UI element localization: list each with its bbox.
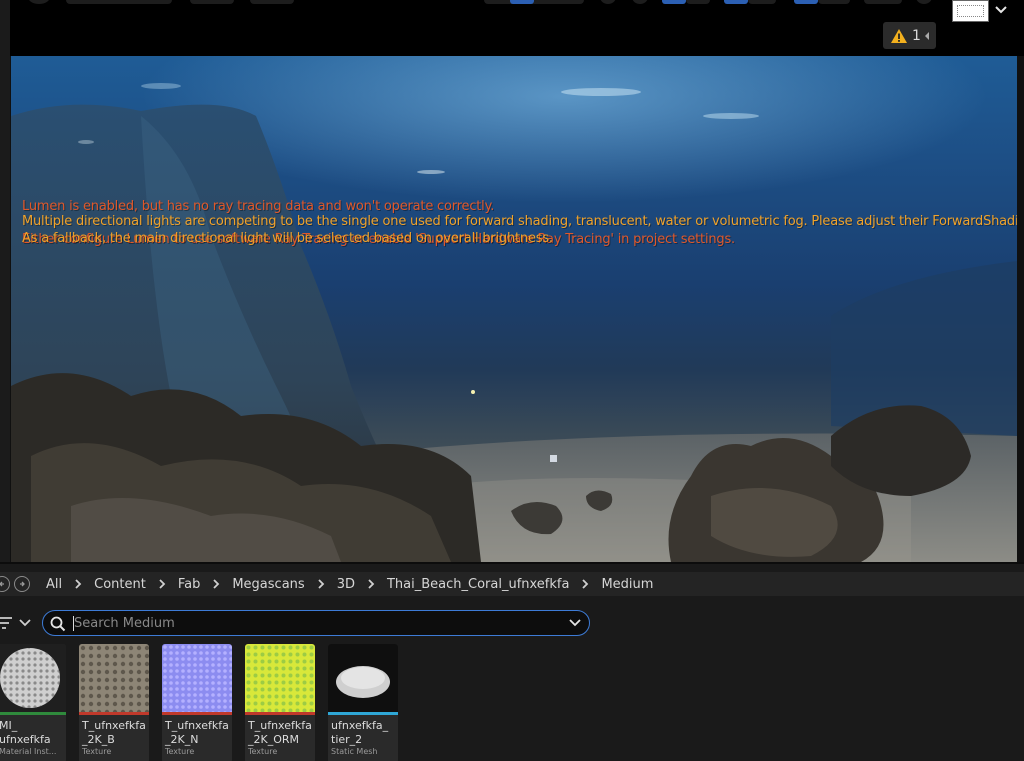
- chevron-left-icon: [924, 31, 929, 40]
- asset-type-color-strip: [0, 712, 66, 715]
- asset-tile[interactable]: T_ufnxefkfa _2K_ORM Texture: [245, 644, 315, 761]
- chevron-right-icon[interactable]: [315, 578, 327, 590]
- asset-name: T_ufnxefkfa _2K_ORM: [248, 719, 312, 746]
- chevron-down-icon[interactable]: [994, 4, 1008, 16]
- filter-icon[interactable]: [0, 615, 34, 631]
- chevron-right-icon[interactable]: [156, 578, 168, 590]
- asset-thumbnail: [328, 644, 398, 712]
- breadcrumb-item[interactable]: All: [42, 577, 66, 592]
- underwater-scene: [11, 83, 1017, 562]
- level-viewport[interactable]: Lumen is enabled, but has no ray tracing…: [11, 56, 1017, 562]
- left-panel-edge: [0, 0, 10, 570]
- camera-speed-button[interactable]: [864, 0, 902, 4]
- content-browser-panel: All Content Fab Megascans 3D Thai_Beach_Coral…: [0, 562, 1024, 761]
- toolbar-dropdown[interactable]: [66, 0, 172, 4]
- asset-tile[interactable]: ufnxefkfa_ tier_2 Static Mesh: [328, 644, 398, 761]
- forward-circle-icon[interactable]: [14, 576, 30, 592]
- viewport-toolbar: 1: [0, 0, 1024, 56]
- back-circle-icon[interactable]: [0, 576, 10, 592]
- asset-name: MI_ ufnxefkfa: [0, 719, 51, 746]
- rotate-snap-value[interactable]: [748, 0, 776, 4]
- breadcrumb-item[interactable]: Content: [90, 577, 150, 592]
- asset-tile[interactable]: T_ufnxefkfa _2K_N Texture: [162, 644, 232, 761]
- search-box[interactable]: [42, 610, 590, 636]
- breadcrumb-item[interactable]: Megascans: [228, 577, 308, 592]
- toolbar-toggle-active[interactable]: [510, 0, 534, 4]
- search-input[interactable]: [74, 614, 554, 632]
- editor-window: 1 Lumen is enabled, but has no ray traci…: [0, 0, 1024, 761]
- lumen-warning-message: Lumen is enabled, but has no ray tracing…: [22, 199, 495, 214]
- toolbar-button[interactable]: [28, 0, 50, 4]
- toolbar-button-group[interactable]: [484, 0, 584, 4]
- search-icon: [50, 616, 66, 632]
- warnings-badge[interactable]: 1: [883, 22, 936, 49]
- asset-name: T_ufnxefkfa _2K_B: [82, 719, 146, 746]
- asset-type-color-strip: [162, 712, 232, 715]
- breadcrumb-item[interactable]: Fab: [174, 577, 205, 592]
- toolbar-button[interactable]: [190, 0, 234, 4]
- toolbar-button[interactable]: [600, 0, 616, 4]
- asset-tile[interactable]: T_ufnxefkfa _2K_B Texture: [79, 644, 149, 761]
- asset-type-color-strip: [79, 712, 149, 715]
- chevron-right-icon[interactable]: [365, 578, 377, 590]
- asset-type-color-strip: [328, 712, 398, 715]
- breadcrumb-item[interactable]: Thai_Beach_Coral_ufnxefkfa: [383, 577, 573, 592]
- scale-snap-value[interactable]: [818, 0, 850, 4]
- snap-toggle[interactable]: [662, 0, 686, 4]
- fallback-light-message: As a fallback, the main directional ligh…: [22, 231, 553, 246]
- toolbar-button[interactable]: [916, 0, 932, 4]
- asset-tile[interactable]: MI_ ufnxefkfa Material Inst...: [0, 644, 66, 761]
- chevron-right-icon[interactable]: [210, 578, 222, 590]
- asset-name: T_ufnxefkfa _2K_N: [165, 719, 229, 746]
- search-row: [0, 610, 1024, 636]
- asset-thumbnail: [245, 644, 315, 712]
- asset-type: Static Mesh: [331, 747, 378, 756]
- scale-snap-toggle[interactable]: [794, 0, 818, 4]
- asset-type: Material Inst...: [0, 747, 57, 756]
- chevron-down-icon[interactable]: [569, 618, 581, 628]
- chevron-right-icon[interactable]: [579, 578, 591, 590]
- breadcrumb-path: All Content Fab Megascans 3D Thai_Beach_Coral…: [42, 577, 657, 592]
- asset-type: Texture: [248, 747, 278, 756]
- chevron-right-icon[interactable]: [72, 578, 84, 590]
- asset-thumbnail: [162, 644, 232, 712]
- warning-count: 1: [912, 27, 921, 44]
- viewport-layout-button[interactable]: [952, 0, 989, 22]
- snap-value[interactable]: [686, 0, 710, 4]
- warning-triangle-icon: [891, 28, 908, 43]
- breadcrumb: All Content Fab Megascans 3D Thai_Beach_Coral…: [0, 572, 1024, 596]
- toolbar-button[interactable]: [632, 0, 648, 4]
- breadcrumb-item[interactable]: 3D: [333, 577, 359, 592]
- asset-thumbnail: [79, 644, 149, 712]
- directional-lights-warning-message: Multiple directional lights are competin…: [22, 214, 1017, 229]
- asset-type: Texture: [82, 747, 112, 756]
- toolbar-button[interactable]: [250, 0, 294, 4]
- breadcrumb-item[interactable]: Medium: [597, 577, 657, 592]
- rotate-snap-toggle[interactable]: [724, 0, 748, 4]
- asset-type-color-strip: [245, 712, 315, 715]
- asset-type: Texture: [165, 747, 195, 756]
- asset-name: ufnxefkfa_ tier_2: [331, 719, 389, 746]
- asset-thumbnail: [0, 644, 66, 712]
